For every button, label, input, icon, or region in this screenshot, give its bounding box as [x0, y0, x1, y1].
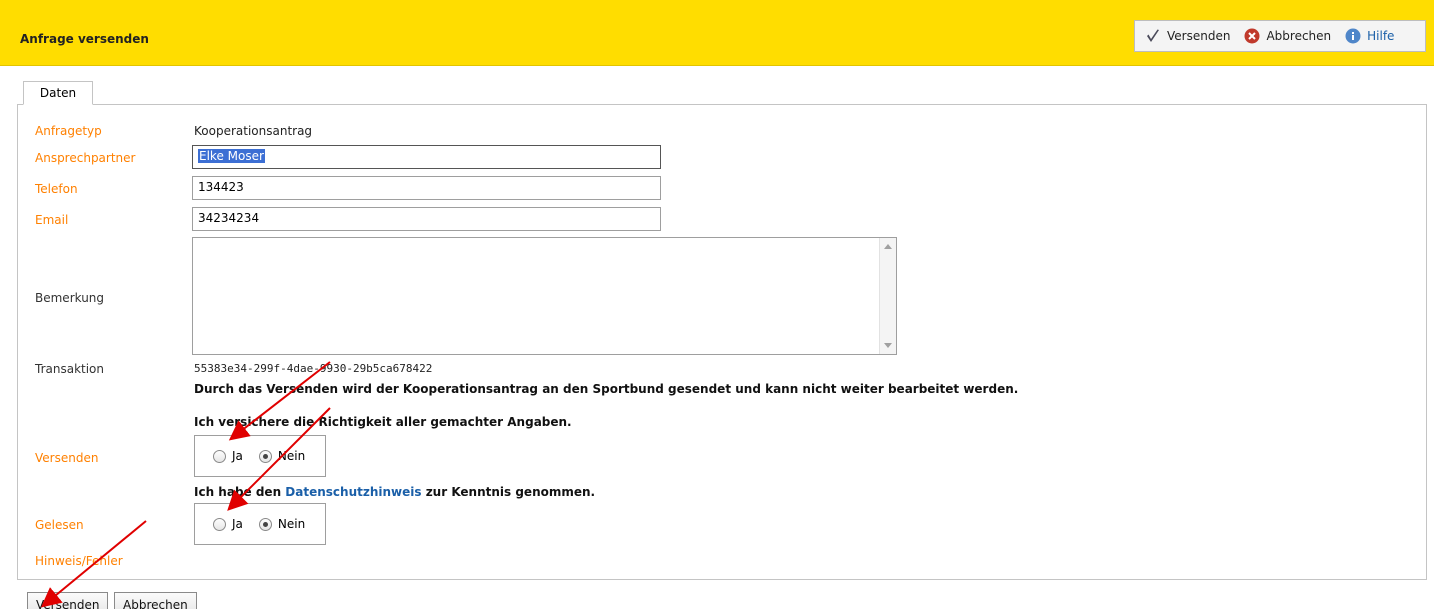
tab-daten[interactable]: Daten	[23, 81, 93, 105]
toolbar-help-button[interactable]: Hilfe	[1345, 28, 1394, 44]
gelesen-ja-label: Ja	[232, 517, 243, 531]
anfragetyp-value: Kooperationsantrag	[194, 124, 313, 138]
bemerkung-label: Bemerkung	[35, 291, 105, 305]
versenden-ja-radio[interactable]	[213, 449, 226, 463]
page-title: Anfrage versenden	[20, 32, 149, 46]
email-field[interactable]: 34234234	[192, 207, 661, 231]
privacy-prefix: Ich habe den	[194, 485, 286, 499]
transaktion-value: 55383e34-299f-4dae-9930-29b5ca678422	[194, 362, 433, 375]
gelesen-nein-radio[interactable]	[258, 517, 272, 531]
checkmark-icon	[1147, 29, 1159, 42]
versenden-ja-label: Ja	[232, 449, 243, 463]
toolbar-help-label: Hilfe	[1367, 29, 1395, 43]
bemerkung-textarea[interactable]	[192, 237, 897, 355]
privacy-text: Ich habe den Datenschutzhinweis zur Kenn…	[194, 485, 595, 499]
info-icon	[1345, 28, 1361, 44]
gelesen-ja-radio[interactable]	[213, 517, 226, 531]
versenden-nein-radio[interactable]	[258, 449, 272, 463]
toolbar: Versenden Abbrechen Hilfe	[1134, 20, 1426, 52]
toolbar-cancel-button[interactable]: Abbrechen	[1244, 28, 1331, 44]
telefon-field[interactable]: 134423	[192, 176, 661, 200]
gelesen-radio-group: Ja Nein	[194, 503, 326, 545]
send-button[interactable]: Versenden	[27, 592, 109, 609]
ansprechpartner-field[interactable]: Elke Moser	[192, 145, 661, 169]
ansprechpartner-label: Ansprechpartner	[35, 151, 136, 165]
email-label: Email	[35, 213, 69, 227]
versenden-label: Versenden	[35, 451, 99, 465]
privacy-suffix: zur Kenntnis genommen.	[421, 485, 596, 499]
gelesen-label: Gelesen	[35, 518, 84, 532]
versenden-nein-label: Nein	[277, 449, 306, 463]
versenden-radio-group: Ja Nein	[194, 435, 326, 477]
hinweis-label: Hinweis/Fehler	[35, 554, 123, 568]
cancel-circle-icon	[1244, 28, 1260, 44]
datenschutz-link[interactable]: Datenschutzhinweis	[285, 485, 421, 499]
anfragetyp-label: Anfragetyp	[35, 124, 102, 138]
telefon-label: Telefon	[35, 182, 78, 196]
toolbar-cancel-label: Abbrechen	[1266, 29, 1332, 43]
toolbar-send-button[interactable]: Versenden	[1145, 28, 1230, 44]
gelesen-nein-label: Nein	[277, 517, 306, 531]
ansprechpartner-value: Elke Moser	[198, 149, 265, 163]
cancel-button[interactable]: Abbrechen	[114, 592, 197, 609]
assurance-text: Ich versichere die Richtigkeit aller gem…	[194, 415, 572, 429]
textarea-scrollbar[interactable]	[879, 238, 896, 354]
transaktion-label: Transaktion	[35, 362, 104, 376]
toolbar-send-label: Versenden	[1167, 29, 1231, 43]
scroll-down-icon[interactable]	[884, 343, 892, 348]
send-notice: Durch das Versenden wird der Kooperation…	[194, 382, 1019, 396]
scroll-up-icon[interactable]	[884, 244, 892, 249]
header-bar: Anfrage versenden Versenden Abbrechen Hi…	[0, 0, 1434, 66]
